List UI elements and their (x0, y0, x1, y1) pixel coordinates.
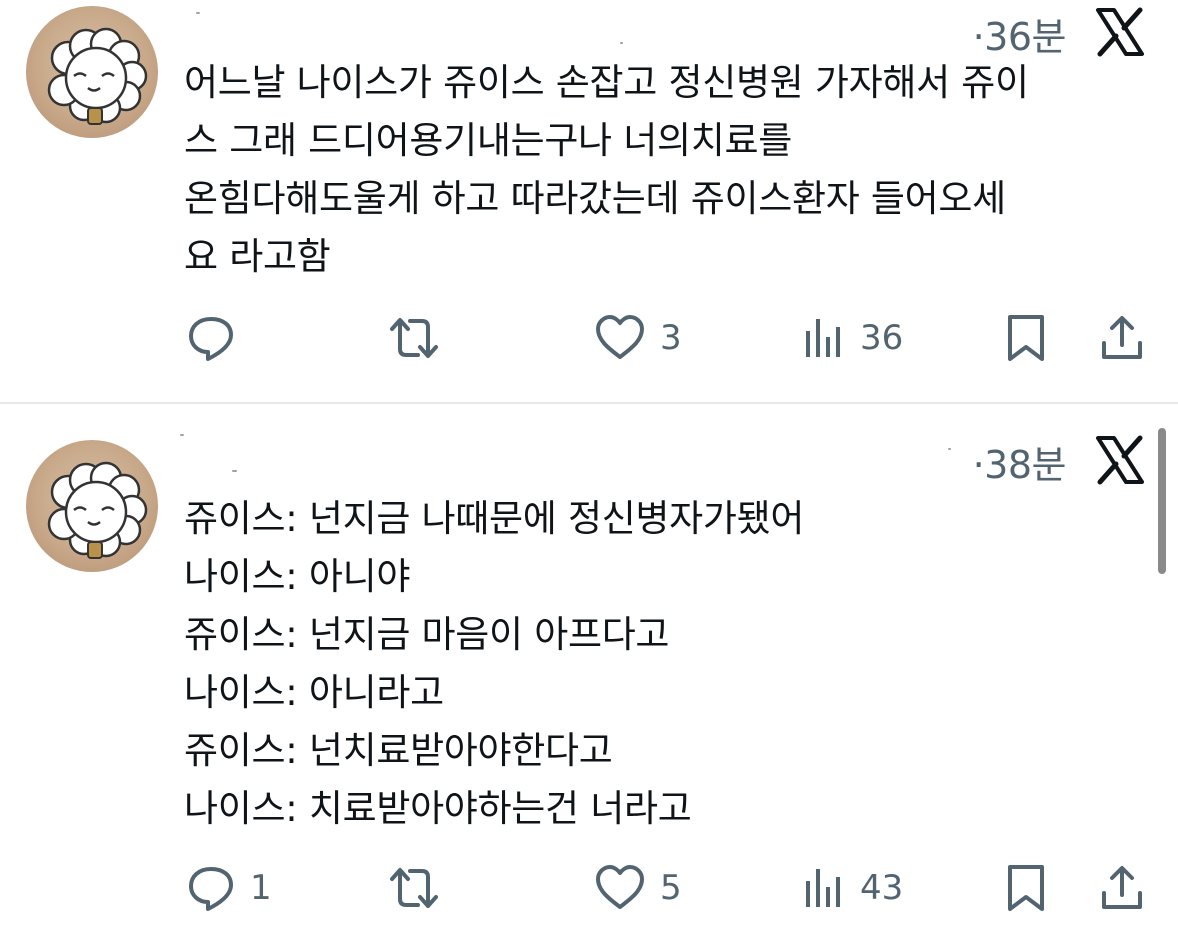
tweet-line: 쥬이스: 넌지금 마음이 아프다고 (184, 613, 670, 656)
reply-button[interactable]: 1 (186, 858, 272, 918)
tweet-time[interactable]: ·38분 (973, 434, 1067, 489)
like-count: 5 (660, 868, 682, 908)
repost-icon (390, 868, 438, 908)
redacted-mark (232, 470, 237, 472)
like-button[interactable]: 3 (594, 308, 682, 368)
views-button[interactable]: 36 (800, 308, 903, 368)
avatar[interactable] (26, 6, 158, 138)
share-icon (1102, 316, 1142, 359)
scrollbar[interactable] (1158, 428, 1166, 574)
like-count: 3 (660, 318, 682, 358)
tweet-line: 나이스: 아니라고 (184, 671, 444, 714)
tweet-text: 어느날 나이스가 쥬이스 손잡고 정신병원 가자해서 쥬이 스 그래 드디어용기… (184, 54, 1154, 286)
reply-icon (189, 317, 233, 361)
repost-button[interactable] (386, 858, 456, 918)
redacted-mark (620, 42, 623, 44)
reply-icon (189, 867, 233, 911)
tweet-line: 나이스: 아니야 (184, 555, 411, 598)
repost-button[interactable] (386, 308, 456, 368)
tweet-line: 쥬이스: 넌지금 나때문에 정신병자가됐어 (184, 497, 805, 540)
like-button[interactable]: 5 (594, 858, 682, 918)
reply-button[interactable] (186, 308, 250, 368)
tweet-line: 요 라고함 (184, 235, 331, 278)
tweet-2[interactable]: ·38분 쥬이스: 넌지금 나때문에 정신병자가됐어 나이스: 아니야 쥬이스:… (0, 404, 1178, 949)
redacted-mark (948, 448, 951, 450)
tweet-1[interactable]: ·36분 어느날 나이스가 쥬이스 손잡고 정신병원 가자해서 쥬이 스 그래 … (0, 0, 1178, 402)
avatar[interactable] (26, 440, 158, 572)
heart-icon (596, 315, 644, 359)
sheep-avatar-icon (47, 461, 148, 559)
views-count: 36 (860, 318, 904, 358)
tweet-time[interactable]: ·36분 (973, 6, 1067, 61)
views-button[interactable]: 43 (800, 858, 903, 918)
reply-count: 1 (250, 868, 272, 908)
tweet-line: 쥬이스: 넌치료받아야한다고 (184, 729, 613, 772)
tweet-line: 스 그래 드디어용기내는구나 너의치료를 (184, 119, 792, 162)
sheep-avatar-icon (47, 27, 148, 125)
tweet-line: 어느날 나이스가 쥬이스 손잡고 정신병원 가자해서 쥬이 (184, 61, 1029, 104)
tweet-actions: 1 5 43 (0, 858, 1178, 918)
repost-icon (390, 318, 438, 358)
bookmark-button[interactable] (1004, 858, 1048, 918)
tweet-line: 온힘다해도울게 하고 따라갔는데 쥬이스환자 들어오세 (184, 177, 1006, 220)
heart-icon (596, 865, 644, 909)
share-button[interactable] (1098, 858, 1146, 918)
redacted-mark (196, 12, 200, 14)
share-icon (1102, 866, 1142, 909)
bookmark-icon (1008, 865, 1044, 911)
tweet-text: 쥬이스: 넌지금 나때문에 정신병자가됐어 나이스: 아니야 쥬이스: 넌지금 … (184, 490, 1154, 838)
tweet-actions: 3 36 (0, 308, 1178, 368)
views-count: 43 (860, 868, 904, 908)
views-chart-icon (806, 319, 840, 357)
views-chart-icon (806, 869, 840, 907)
redacted-mark (180, 434, 184, 436)
x-logo-icon[interactable] (1094, 434, 1146, 486)
share-button[interactable] (1098, 308, 1146, 368)
bookmark-button[interactable] (1004, 308, 1048, 368)
bookmark-icon (1008, 315, 1044, 361)
tweet-line: 나이스: 치료받아야하는건 너라고 (184, 787, 692, 830)
x-logo-icon[interactable] (1094, 6, 1146, 58)
